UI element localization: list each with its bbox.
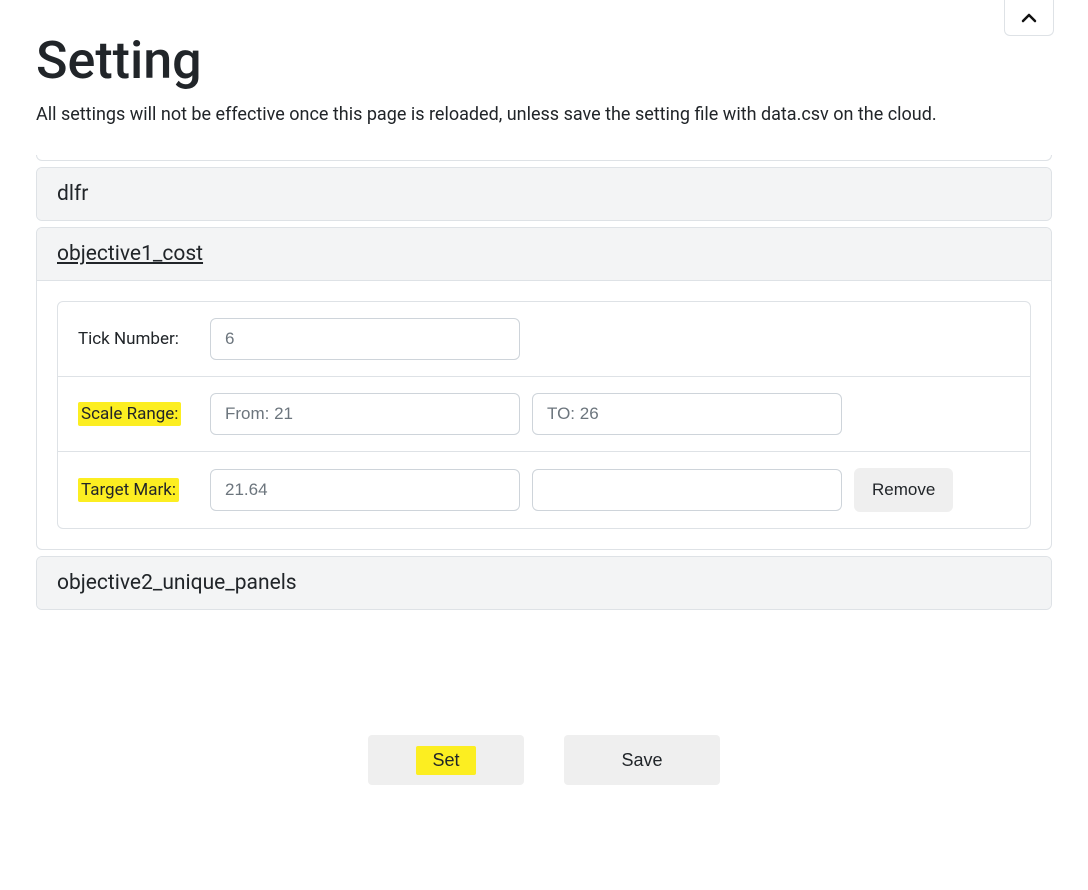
page-title: Setting [36, 30, 1052, 92]
previous-card-edge [36, 155, 1052, 161]
page-subtitle: All settings will not be effective once … [36, 104, 1052, 125]
accordion-item-objective1-cost: objective1_cost Tick Number: Scale Range… [36, 227, 1052, 550]
accordion-header-label: dlfr [57, 182, 88, 206]
chevron-up-icon [1021, 13, 1037, 23]
scale-range-label: Scale Range: [78, 402, 198, 426]
highlight-label: Set [416, 746, 475, 775]
accordion-item-objective2-unique-panels[interactable]: objective2_unique_panels [36, 556, 1052, 610]
target-mark-label: Target Mark: [78, 478, 198, 502]
highlight-label: Scale Range: [78, 402, 181, 426]
target-mark-input-1[interactable] [210, 469, 520, 511]
save-button-label: Save [621, 750, 662, 771]
accordion-item-dlfr[interactable]: dlfr [36, 167, 1052, 221]
footer-buttons: Set Save [36, 735, 1052, 785]
remove-button[interactable]: Remove [854, 468, 953, 512]
target-mark-input-2[interactable] [532, 469, 842, 511]
target-mark-row: Target Mark: Remove [58, 451, 1030, 528]
accordion-header[interactable]: dlfr [37, 168, 1051, 220]
tick-number-input[interactable] [210, 318, 520, 360]
tick-number-row: Tick Number: [58, 302, 1030, 376]
save-button[interactable]: Save [564, 735, 720, 785]
collapse-toggle-button[interactable] [1004, 0, 1054, 36]
scale-range-row: Scale Range: [58, 376, 1030, 451]
settings-scroll-region[interactable]: dlfr objective1_cost Tick Number: Scale … [36, 155, 1052, 675]
accordion-header[interactable]: objective1_cost [37, 228, 1051, 281]
set-button[interactable]: Set [368, 735, 524, 785]
accordion-body: Tick Number: Scale Range: Target Mark: [37, 281, 1051, 549]
scale-from-input[interactable] [210, 393, 520, 435]
tick-number-label: Tick Number: [78, 329, 198, 349]
accordion-header[interactable]: objective2_unique_panels [37, 557, 1051, 609]
settings-panel: Tick Number: Scale Range: Target Mark: [57, 301, 1031, 529]
accordion-header-link[interactable]: objective1_cost [57, 242, 203, 266]
highlight-label: Target Mark: [78, 478, 179, 502]
scale-to-input[interactable] [532, 393, 842, 435]
accordion-header-label: objective2_unique_panels [57, 571, 297, 595]
